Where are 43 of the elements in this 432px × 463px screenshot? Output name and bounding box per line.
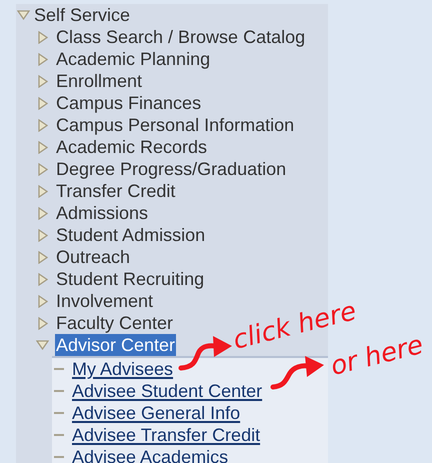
dash-icon	[54, 390, 64, 392]
menu-folder[interactable]: Involvement	[55, 290, 154, 312]
dash-icon	[54, 456, 64, 458]
menu-folder[interactable]: Advisor Center	[55, 334, 176, 356]
menu-folder[interactable]: Admissions	[55, 202, 150, 224]
collapsed-triangle-icon[interactable]	[38, 162, 48, 176]
collapsed-triangle-icon[interactable]	[38, 228, 48, 242]
menu-folder[interactable]: Academic Planning	[55, 48, 212, 70]
dash-icon	[54, 412, 64, 414]
menu-folder[interactable]: Transfer Credit	[55, 180, 176, 202]
collapsed-triangle-icon[interactable]	[38, 96, 48, 110]
curved-arrow	[270, 355, 326, 391]
menu-folder[interactable]: Degree Progress/Graduation	[55, 158, 288, 180]
menu-folder[interactable]: Student Recruiting	[55, 268, 206, 290]
collapsed-triangle-icon[interactable]	[38, 30, 48, 44]
dash-icon	[54, 368, 64, 370]
collapsed-triangle-icon[interactable]	[38, 272, 48, 286]
menu-folder[interactable]: Academic Records	[55, 136, 208, 158]
collapsed-triangle-icon[interactable]	[38, 52, 48, 66]
menu-link[interactable]: Advisee Academics	[72, 446, 228, 463]
menu-folder[interactable]: Outreach	[55, 246, 132, 268]
collapsed-triangle-icon[interactable]	[38, 74, 48, 88]
collapsed-triangle-icon[interactable]	[38, 206, 48, 220]
menu-folder[interactable]: Enrollment	[55, 70, 144, 92]
menu-link[interactable]: Advisee Transfer Credit	[72, 424, 260, 446]
collapsed-triangle-icon[interactable]	[38, 250, 48, 264]
menu-link[interactable]: Advisee General Info	[72, 402, 240, 424]
menu-folder[interactable]: Campus Personal Information	[55, 114, 296, 136]
menu-folder[interactable]: Class Search / Browse Catalog	[55, 26, 306, 48]
menu-folder[interactable]: Campus Finances	[55, 92, 202, 114]
menu-link[interactable]: Advisee Student Center	[72, 380, 262, 402]
dash-icon	[54, 434, 64, 436]
expanded-triangle-icon[interactable]	[36, 340, 49, 350]
collapsed-triangle-icon[interactable]	[38, 316, 48, 330]
menu-link[interactable]: My Advisees	[72, 358, 174, 380]
menu-folder[interactable]: Faculty Center	[55, 312, 174, 334]
expanded-triangle-icon[interactable]	[17, 10, 30, 20]
collapsed-triangle-icon[interactable]	[38, 118, 48, 132]
menu-folder[interactable]: Student Admission	[55, 224, 206, 246]
collapsed-triangle-icon[interactable]	[38, 184, 48, 198]
menu-root[interactable]: Self Service	[34, 4, 130, 26]
collapsed-triangle-icon[interactable]	[38, 140, 48, 154]
collapsed-triangle-icon[interactable]	[38, 294, 48, 308]
